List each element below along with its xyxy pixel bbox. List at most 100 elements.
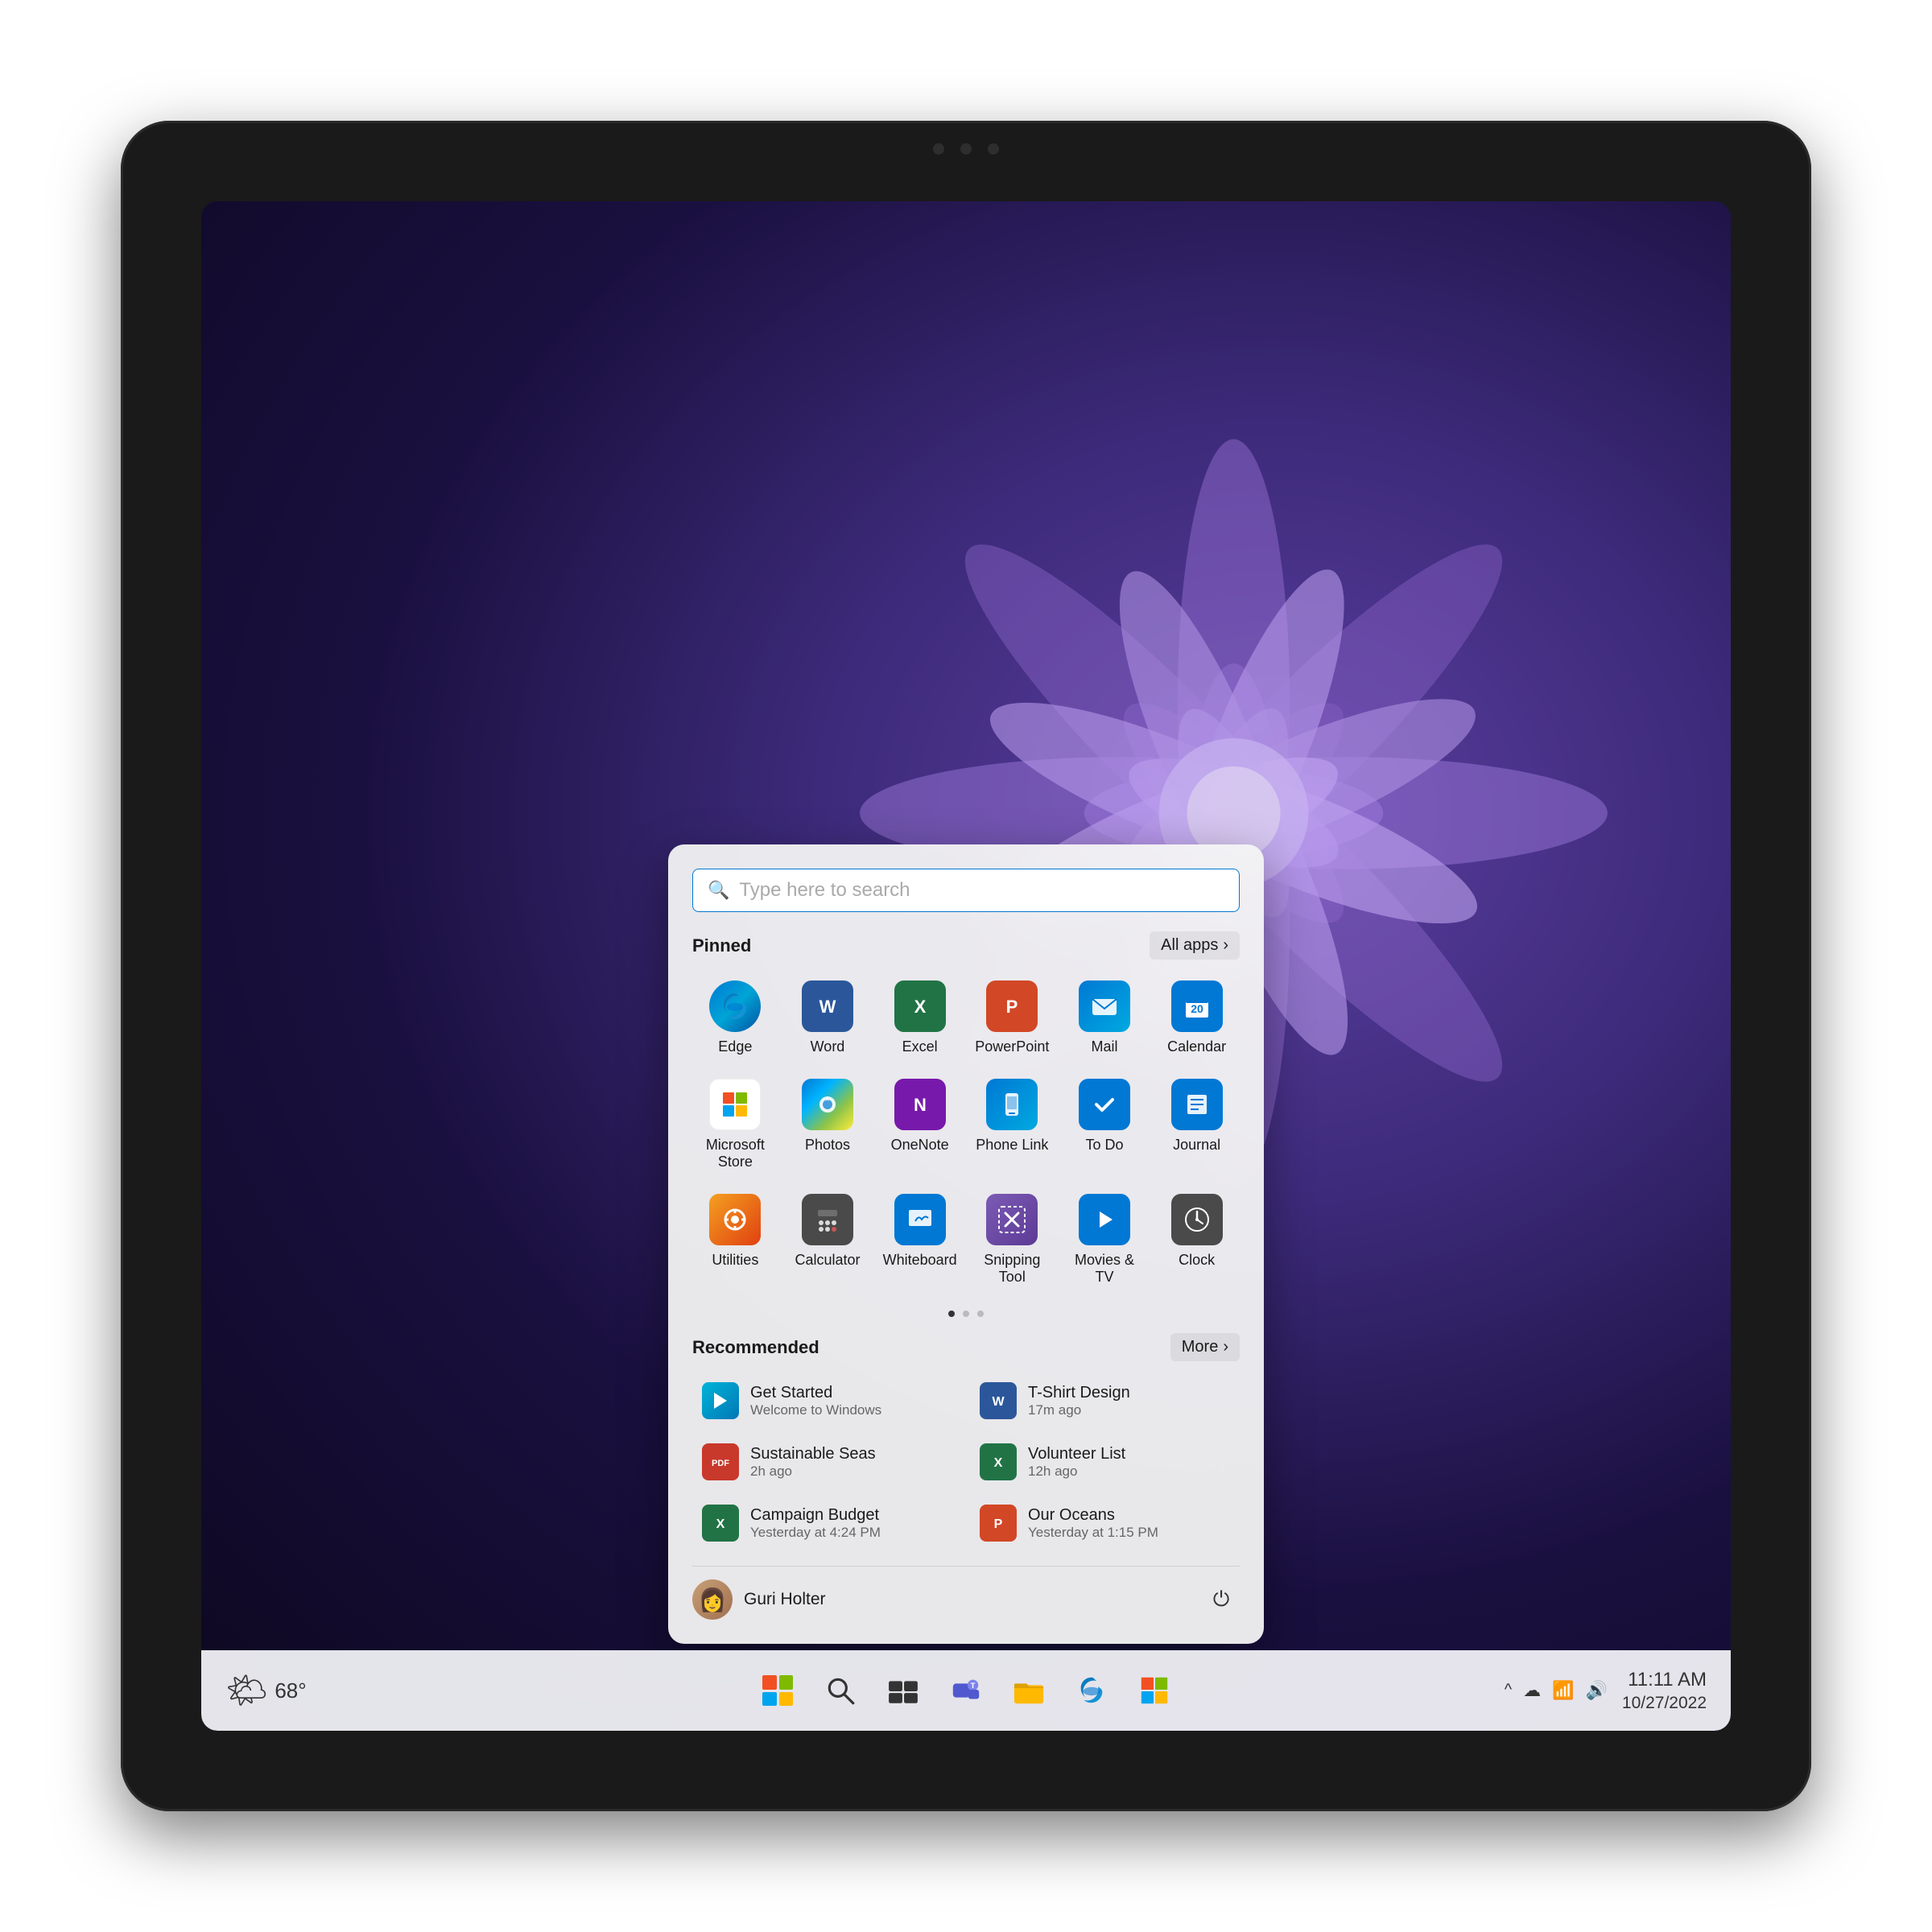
snipping-label: Snipping Tool — [974, 1252, 1051, 1286]
app-photos[interactable]: Photos — [785, 1071, 871, 1179]
rec-time-2: 2h ago — [750, 1463, 876, 1480]
rec-time-0: Welcome to Windows — [750, 1402, 881, 1418]
search-bar[interactable]: 🔍 Type here to search — [692, 869, 1240, 912]
teams-button[interactable]: T — [942, 1666, 990, 1715]
chevron-icon[interactable]: ^ — [1505, 1681, 1512, 1699]
app-moviestv[interactable]: Movies & TV — [1062, 1186, 1148, 1294]
mail-icon — [1079, 980, 1130, 1032]
svg-text:N: N — [914, 1095, 927, 1115]
pdf-icon: PDF — [702, 1443, 739, 1480]
svg-text:X: X — [914, 997, 926, 1017]
powerpoint-icon: P — [986, 980, 1038, 1032]
windows-logo — [762, 1675, 793, 1706]
app-phonelink[interactable]: Phone Link — [969, 1071, 1055, 1179]
app-excel[interactable]: X Excel — [877, 972, 963, 1064]
svg-text:W: W — [819, 997, 836, 1017]
weather-icon: 🌤 — [225, 1671, 268, 1711]
svg-text:P: P — [994, 1517, 1003, 1531]
dot-inactive-2[interactable] — [977, 1311, 984, 1317]
app-todo[interactable]: To Do — [1062, 1071, 1148, 1179]
moviestv-icon — [1079, 1194, 1130, 1245]
ouroceans-ppt-icon: P — [980, 1505, 1017, 1542]
utilities-label: Utilities — [712, 1252, 758, 1269]
rec-name-3: Volunteer List — [1028, 1445, 1125, 1463]
taskbar-left: 🌤 68° — [225, 1671, 307, 1711]
edge-taskbar-button[interactable] — [1067, 1666, 1116, 1715]
start-button[interactable] — [753, 1666, 802, 1715]
svg-text:T: T — [971, 1682, 976, 1690]
app-onenote[interactable]: N OneNote — [877, 1071, 963, 1179]
app-journal[interactable]: Journal — [1154, 1071, 1240, 1179]
clock-icon — [1171, 1194, 1223, 1245]
rec-sustainable[interactable]: PDF Sustainable Seas 2h ago — [692, 1435, 962, 1488]
calculator-label: Calculator — [795, 1252, 860, 1269]
app-mail[interactable]: Mail — [1062, 972, 1148, 1064]
task-view-button[interactable] — [879, 1666, 927, 1715]
search-taskbar-button[interactable] — [816, 1666, 865, 1715]
more-button[interactable]: More › — [1170, 1333, 1240, 1361]
dot-inactive-1[interactable] — [963, 1311, 969, 1317]
excel-icon: X — [894, 980, 946, 1032]
app-word[interactable]: W Word — [785, 972, 871, 1064]
avatar: 👩 — [692, 1579, 733, 1620]
phonelink-label: Phone Link — [976, 1137, 1048, 1154]
rec-campaign[interactable]: X Campaign Budget Yesterday at 4:24 PM — [692, 1496, 962, 1550]
user-name: Guri Holter — [744, 1590, 826, 1609]
volume-icon[interactable]: 🔊 — [1585, 1680, 1607, 1701]
rec-ouroceans[interactable]: P Our Oceans Yesterday at 1:15 PM — [970, 1496, 1240, 1550]
onedrive-icon[interactable]: ☁ — [1523, 1680, 1541, 1701]
recommended-header: Recommended More › — [692, 1333, 1240, 1361]
weather-temp: 68° — [275, 1678, 306, 1703]
app-calculator[interactable]: Calculator — [785, 1186, 871, 1294]
search-taskbar-icon — [824, 1674, 857, 1707]
store-taskbar-button[interactable] — [1130, 1666, 1179, 1715]
camera-dot-right — [988, 143, 999, 155]
utilities-icon — [709, 1194, 761, 1245]
app-edge[interactable]: Edge — [692, 972, 778, 1064]
edge-taskbar-icon — [1075, 1674, 1108, 1707]
app-powerpoint[interactable]: P PowerPoint — [969, 972, 1055, 1064]
rec-get-started[interactable]: Get Started Welcome to Windows — [692, 1374, 962, 1427]
recommended-grid: Get Started Welcome to Windows W T-Shirt… — [692, 1374, 1240, 1550]
app-clock[interactable]: Clock — [1154, 1186, 1240, 1294]
dot-active[interactable] — [948, 1311, 955, 1317]
wifi-icon[interactable]: 📶 — [1552, 1680, 1574, 1701]
svg-text:X: X — [994, 1456, 1003, 1470]
todo-icon — [1079, 1079, 1130, 1130]
recommended-title: Recommended — [692, 1337, 819, 1358]
app-snipping[interactable]: Snipping Tool — [969, 1186, 1055, 1294]
svg-text:PDF: PDF — [712, 1459, 729, 1468]
powerpoint-label: PowerPoint — [975, 1038, 1049, 1056]
camera-bar — [933, 143, 999, 155]
rec-tshirt[interactable]: W T-Shirt Design 17m ago — [970, 1374, 1240, 1427]
system-tray[interactable]: ^ ☁ 📶 🔊 — [1505, 1680, 1608, 1701]
taskbar-center: T — [753, 1666, 1179, 1715]
weather-widget[interactable]: 🌤 68° — [225, 1671, 307, 1711]
rec-volunteer[interactable]: X Volunteer List 12h ago — [970, 1435, 1240, 1488]
app-msstore[interactable]: Microsoft Store — [692, 1071, 778, 1179]
photos-label: Photos — [805, 1137, 850, 1154]
app-utilities[interactable]: Utilities — [692, 1186, 778, 1294]
onenote-label: OneNote — [891, 1137, 949, 1154]
screen: 🔍 Type here to search Pinned All apps › … — [201, 201, 1731, 1731]
camera-dot-center — [960, 143, 972, 155]
task-view-icon — [887, 1674, 919, 1707]
user-info[interactable]: 👩 Guri Holter — [692, 1579, 826, 1620]
app-calendar[interactable]: 20 Calendar — [1154, 972, 1240, 1064]
camera-dot-left — [933, 143, 944, 155]
rec-time-4: Yesterday at 4:24 PM — [750, 1525, 881, 1541]
clock-time: 11:11 AM — [1622, 1667, 1707, 1692]
store-taskbar-icon — [1138, 1674, 1170, 1707]
svg-text:W: W — [992, 1395, 1005, 1409]
power-button[interactable]: ⏻ — [1203, 1581, 1240, 1618]
clock-display[interactable]: 11:11 AM 10/27/2022 — [1622, 1667, 1707, 1714]
all-apps-button[interactable]: All apps › — [1150, 931, 1240, 960]
app-whiteboard[interactable]: Whiteboard — [877, 1186, 963, 1294]
file-explorer-button[interactable] — [1005, 1666, 1053, 1715]
msstore-icon — [709, 1079, 761, 1130]
edge-icon — [709, 980, 761, 1032]
search-placeholder[interactable]: Type here to search — [739, 879, 1224, 902]
taskbar-right: ^ ☁ 📶 🔊 11:11 AM 10/27/2022 — [1505, 1667, 1707, 1714]
svg-text:X: X — [716, 1517, 725, 1531]
clock-label: Clock — [1179, 1252, 1215, 1269]
